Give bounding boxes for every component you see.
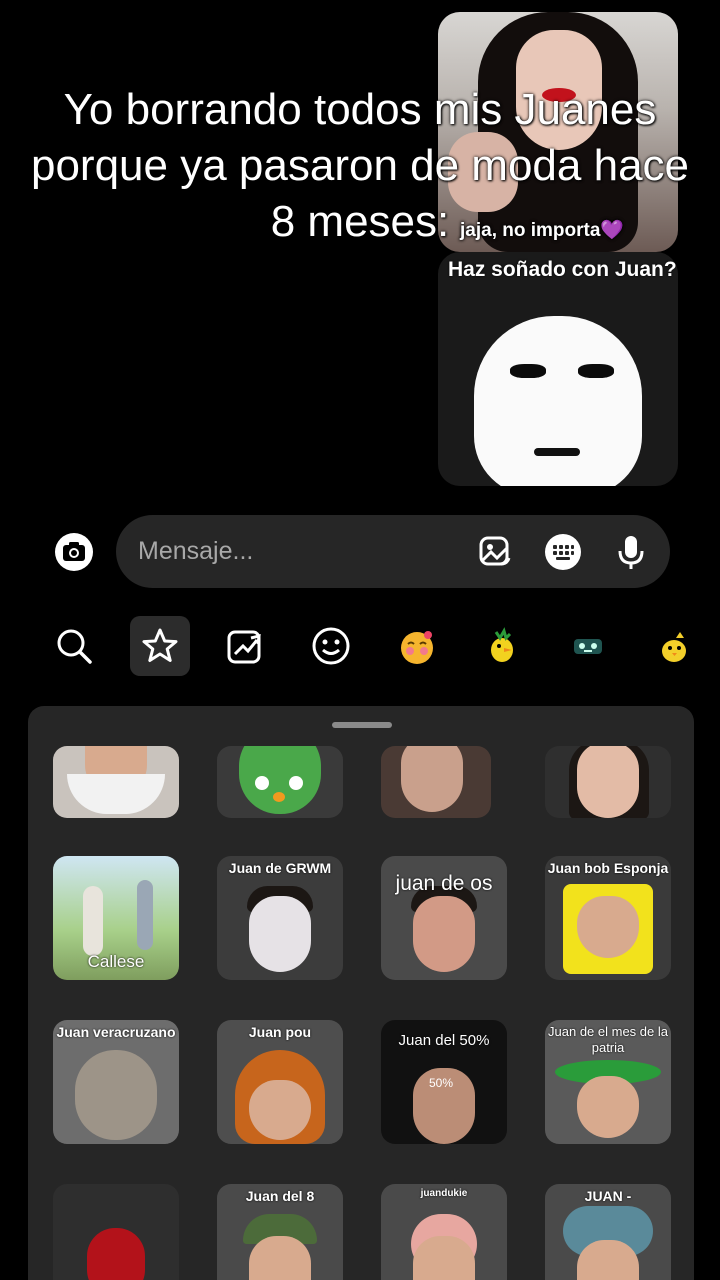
camera-button[interactable] [52,530,96,574]
sticker-label: Juan pou [248,1024,312,1040]
devil-sticker [87,1228,145,1280]
sticker-mouth [534,448,580,456]
owl-eye [289,776,303,790]
duck-sticker-icon [662,632,686,662]
blush-emoji-icon [401,631,433,664]
sticker-face [577,896,639,958]
sticker-face-mask [249,896,311,972]
search-icon [57,629,92,664]
sticker-mask [67,774,165,814]
sticker-panel[interactable]: Callese Juan de GRWM juan de os Juan bob… [28,706,694,1280]
sticker-item[interactable] [53,746,179,818]
sticker-item[interactable] [545,746,671,818]
fish-face [75,1050,157,1140]
sticker-face [577,1240,639,1280]
camera-icon [55,533,93,571]
sticker-label: Juan de el mes de la patria [548,1024,668,1055]
message-placeholder: Mensaje... [138,537,254,565]
sticker-item-50[interactable]: 50% Juan del 50% [381,1020,507,1144]
sticker-label: Juan bob Esponja [547,860,669,876]
sticker-item-os[interactable]: juan de os [381,856,507,980]
owl-eye [255,776,269,790]
microphone-icon [618,536,644,569]
bird-sticker-icon [491,627,513,662]
gallery-sticker-button[interactable] [476,533,514,571]
sticker-item-juandukie[interactable]: juandukie [381,1184,507,1280]
tab-trending[interactable] [215,616,275,676]
sticker-item-pou[interactable]: Juan pou [217,1020,343,1144]
sticker-eye [578,364,614,378]
sticker-face [413,896,475,972]
sticker-item[interactable] [217,746,343,818]
keyboard-icon [545,534,581,570]
keyboard-button[interactable] [544,533,582,571]
sticker-face [577,1076,639,1138]
tab-pack-blush[interactable] [387,616,447,676]
panel-drag-handle[interactable] [332,722,392,728]
sticker-label: Juan del 8 [245,1188,315,1204]
sticker-item-patria[interactable]: Juan de el mes de la patria [545,1020,671,1144]
sticker-face [474,316,642,486]
sticker-face [401,746,463,812]
tab-search[interactable] [44,616,104,676]
robot-sticker-icon [574,639,602,654]
meme-caption: Yo borrando todos mis Juanes porque ya p… [30,85,690,246]
sticker-label: Juan veracruzano [56,1024,176,1040]
owl-beak [273,792,285,802]
sticker-label: Callese [87,952,145,971]
smiley-icon [312,627,350,665]
tab-favorites[interactable] [130,616,190,676]
tab-emoji[interactable] [301,616,361,676]
sticker-item-veracruzano[interactable]: Juan veracruzano [53,1020,179,1144]
sticker-item-callese[interactable]: Callese [53,856,179,980]
sticker-item-del-8[interactable]: Juan del 8 [217,1184,343,1280]
microphone-button[interactable] [612,533,650,571]
sticker-caption: Haz soñado con Juan? [448,258,677,281]
gallery-sticker-icon [479,536,511,566]
sticker-label: juan de os [395,872,493,895]
tab-pack-robot[interactable] [558,616,618,676]
sticker-label: juandukie [420,1188,468,1199]
star-icon [142,628,178,662]
tab-pack-duck[interactable] [644,616,704,676]
sticker-label: Juan del 50% [398,1032,490,1049]
sticker-item[interactable] [53,1184,179,1280]
trending-icon [227,630,261,664]
sticker-item[interactable] [381,746,491,818]
sticker-face [249,1080,311,1140]
sticker-item-bob-esponja[interactable]: Juan bob Esponja [545,856,671,980]
sticker-figure [83,886,103,956]
chat-sticker-dream[interactable]: Haz soñado con Juan? [438,252,678,486]
sticker-label: Juan de GRWM [228,860,332,876]
sticker-badge: 50% [429,1076,454,1090]
sticker-item-grwm[interactable]: Juan de GRWM [217,856,343,980]
owl-sticker [239,746,321,814]
sticker-face [577,746,639,818]
sticker-eye [510,364,546,378]
message-input[interactable]: Mensaje... [116,515,670,588]
sticker-item-juan[interactable]: JUAN - [545,1184,671,1280]
sticker-label: JUAN - [584,1188,632,1204]
tab-pack-bird[interactable] [472,616,532,676]
sticker-face [249,1236,311,1280]
sticker-face [413,1236,475,1280]
sticker-figure [137,880,153,950]
